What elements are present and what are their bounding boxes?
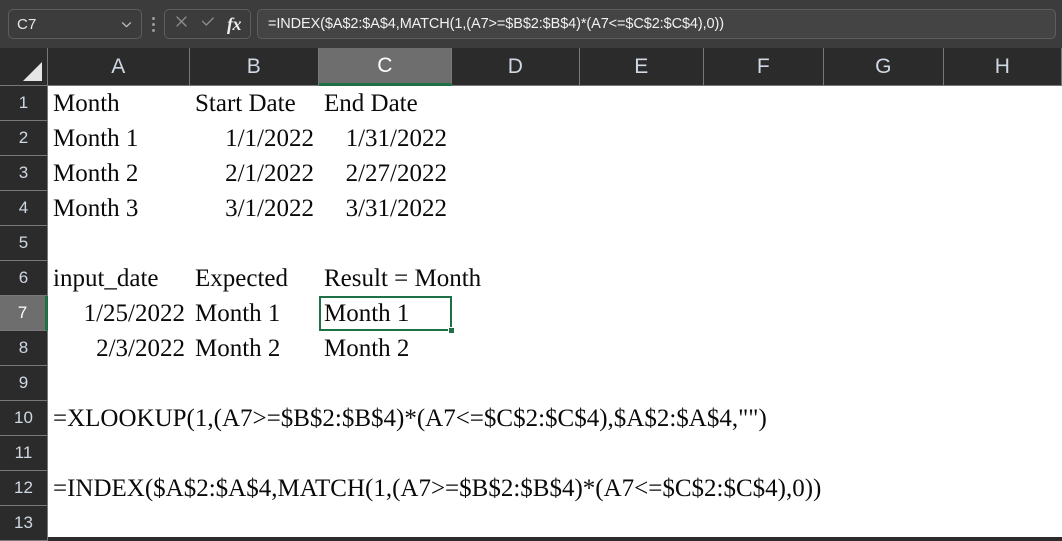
select-all-triangle-icon: [23, 62, 42, 81]
select-all-corner[interactable]: [0, 48, 48, 86]
sheet-row: =INDEX($A$2:$A$4,MATCH(1,(A7>=$B$2:$B$4)…: [48, 471, 1062, 506]
cell-c6[interactable]: Result = Month: [319, 261, 739, 296]
cell-b7[interactable]: Month 1: [190, 296, 319, 331]
row-header-12[interactable]: 12: [0, 471, 48, 506]
cell-c8[interactable]: Month 2: [319, 331, 452, 366]
formula-input[interactable]: =INDEX($A$2:$A$4,MATCH(1,(A7>=$B$2:$B$4)…: [257, 9, 1056, 39]
row-header-4[interactable]: 4: [0, 191, 48, 226]
formula-input-value: =INDEX($A$2:$A$4,MATCH(1,(A7>=$B$2:$B$4)…: [268, 16, 724, 32]
cell-b3[interactable]: 2/1/2022: [190, 156, 319, 191]
cell-c1[interactable]: End Date: [319, 86, 519, 121]
cell-a7[interactable]: 1/25/2022: [48, 296, 190, 331]
cell-c7[interactable]: Month 1: [319, 296, 452, 331]
sheet-row: [48, 226, 1062, 261]
sheet-row: input_date Expected Result = Month: [48, 261, 1062, 296]
close-icon[interactable]: [174, 14, 189, 34]
formula-toolbar: C7 fx =INDEX($A$2:$A$4,MATCH(1,(A7>=$B$2…: [0, 0, 1062, 48]
kebab-menu-icon[interactable]: [143, 9, 163, 39]
sheet-row: Month 3 3/1/2022 3/31/2022: [48, 191, 1062, 226]
sheet-row: [48, 506, 1062, 537]
row-header-10[interactable]: 10: [0, 401, 48, 436]
sheet-cells-area[interactable]: Month Start Date End Date Month 1 1/1/2022 1/…: [48, 86, 1062, 537]
cell-a8[interactable]: 2/3/2022: [48, 331, 190, 366]
column-header-g[interactable]: G: [824, 48, 944, 86]
cell-a1[interactable]: Month: [48, 86, 190, 121]
cell-a10[interactable]: =XLOOKUP(1,(A7>=$B$2:$B$4)*(A7<=$C$2:$C$…: [48, 401, 948, 436]
spreadsheet-grid: ABCDEFGH 1 2 3 4 5 6 7 8 9 10 11 12 13 Month Start Da…: [0, 48, 1062, 541]
row-header-3[interactable]: 3: [0, 156, 48, 191]
sheet-row: Month Start Date End Date: [48, 86, 1062, 121]
kebab-dot: [151, 16, 155, 20]
column-header-h[interactable]: H: [944, 48, 1062, 86]
cell-b6[interactable]: Expected: [190, 261, 319, 296]
sheet-row: [48, 366, 1062, 401]
row-header-9[interactable]: 9: [0, 366, 48, 401]
sheet-row: 2/3/2022 Month 2 Month 2: [48, 331, 1062, 366]
cell-c2[interactable]: 1/31/2022: [319, 121, 452, 156]
name-box-value: C7: [17, 15, 37, 33]
cell-b4[interactable]: 3/1/2022: [190, 191, 319, 226]
cell-a2[interactable]: Month 1: [48, 121, 190, 156]
sheet-row: 1/25/2022 Month 1 Month 1: [48, 296, 1062, 331]
cell-b8[interactable]: Month 2: [190, 331, 319, 366]
row-header-13[interactable]: 13: [0, 506, 48, 541]
cell-a4[interactable]: Month 3: [48, 191, 190, 226]
check-icon[interactable]: [200, 14, 216, 34]
row-header-5[interactable]: 5: [0, 226, 48, 261]
column-header-c[interactable]: C: [319, 48, 452, 86]
column-header-f[interactable]: F: [704, 48, 824, 86]
cell-c4[interactable]: 3/31/2022: [319, 191, 452, 226]
sheet-row: =XLOOKUP(1,(A7>=$B$2:$B$4)*(A7<=$C$2:$C$…: [48, 401, 1062, 436]
row-header-8[interactable]: 8: [0, 331, 48, 366]
cell-a6[interactable]: input_date: [48, 261, 190, 296]
row-header-7[interactable]: 7: [0, 296, 48, 331]
cell-a12[interactable]: =INDEX($A$2:$A$4,MATCH(1,(A7>=$B$2:$B$4)…: [48, 471, 1008, 506]
formula-actions-group: fx: [164, 9, 251, 39]
sheet-row: Month 2 2/1/2022 2/27/2022: [48, 156, 1062, 191]
sheet-row: Month 1 1/1/2022 1/31/2022: [48, 121, 1062, 156]
column-header-b[interactable]: B: [190, 48, 319, 86]
cell-c3[interactable]: 2/27/2022: [319, 156, 452, 191]
name-box[interactable]: C7: [8, 9, 142, 39]
column-header-e[interactable]: E: [580, 48, 704, 86]
column-header-a[interactable]: A: [48, 48, 190, 86]
kebab-dot: [151, 22, 155, 26]
row-header-2[interactable]: 2: [0, 121, 48, 156]
fill-handle[interactable]: [448, 327, 455, 334]
chevron-down-icon[interactable]: [120, 18, 133, 31]
row-header-6[interactable]: 6: [0, 261, 48, 296]
cell-a3[interactable]: Month 2: [48, 156, 190, 191]
sheet-row: [48, 436, 1062, 471]
row-header-1[interactable]: 1: [0, 86, 48, 121]
fx-icon[interactable]: fx: [227, 15, 242, 33]
cell-b2[interactable]: 1/1/2022: [190, 121, 319, 156]
column-header-d[interactable]: D: [452, 48, 580, 86]
kebab-dot: [151, 28, 155, 32]
row-header-11[interactable]: 11: [0, 436, 48, 471]
